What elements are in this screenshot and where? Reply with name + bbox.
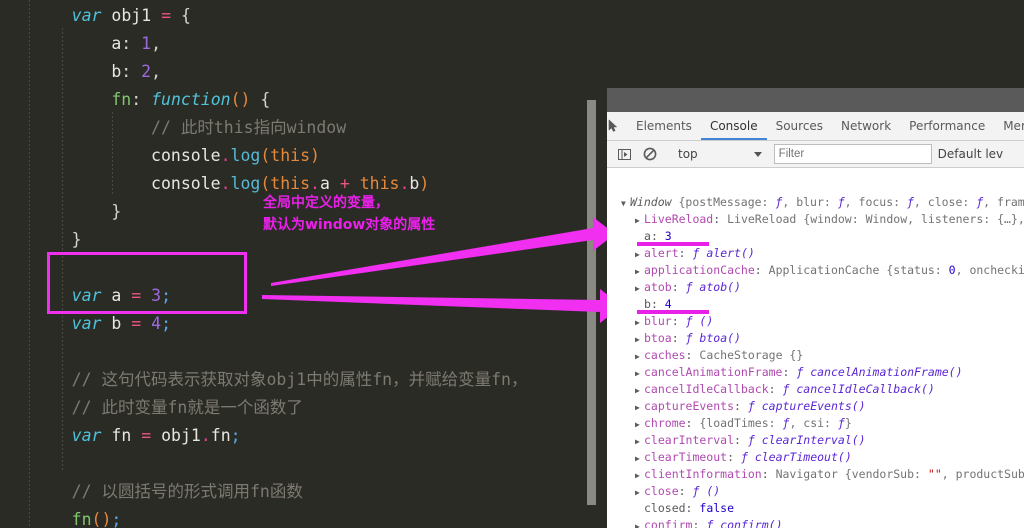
chevron-right-icon[interactable]: ▶	[635, 212, 644, 229]
code-line: fn();	[71, 510, 122, 528]
code-line: console.log(this)	[151, 146, 320, 165]
devtools-tabbar[interactable]: Elements Console Sources Network Perform…	[607, 112, 1024, 141]
chevron-right-icon[interactable]: ▶	[635, 263, 644, 280]
code-line: }	[111, 202, 122, 221]
console-property-row[interactable]: ▶ confirm: ƒ confirm()	[607, 517, 1024, 528]
chevron-right-icon[interactable]: ▶	[635, 246, 644, 263]
tab-performance[interactable]: Performance	[900, 112, 994, 140]
chevron-down-icon[interactable]	[753, 151, 762, 157]
row-spacer	[635, 501, 644, 518]
console-property-row[interactable]: ▶ clearTimeout: ƒ clearTimeout()	[607, 449, 1024, 466]
console-output[interactable]: ▼ Window {postMessage: ƒ, blur: ƒ, focus:…	[607, 194, 1024, 528]
console-toolbar[interactable]: top Default lev	[607, 141, 1024, 168]
code-line: // 以圆括号的形式调用fn函数	[71, 482, 303, 501]
console-property-row[interactable]: ▶ clearInterval: ƒ clearInterval()	[607, 432, 1024, 449]
console-filter-input[interactable]	[773, 144, 932, 164]
tab-sources[interactable]: Sources	[767, 112, 832, 140]
chevron-right-icon[interactable]: ▶	[635, 365, 644, 382]
console-property-row[interactable]: ▶ LiveReload: LiveReload {window: Window,…	[607, 211, 1024, 228]
indent-guide	[62, 28, 63, 472]
code-line: fn: function() {	[111, 90, 271, 109]
code-line: // 此时变量fn就是一个函数了	[71, 398, 303, 417]
console-property-row[interactable]: ▶ atob: ƒ atob()	[607, 279, 1024, 296]
clear-console-icon[interactable]	[637, 147, 663, 161]
console-property-row[interactable]: ▶ captureEvents: ƒ captureEvents()	[607, 398, 1024, 415]
highlight-box-global-vars	[47, 252, 247, 314]
tab-console[interactable]: Console	[701, 112, 767, 140]
devtools-panel[interactable]: Elements Console Sources Network Perform…	[607, 88, 1024, 528]
chevron-right-icon[interactable]: ▶	[635, 518, 644, 528]
console-property-row[interactable]: ▶ btoa: ƒ btoa()	[607, 330, 1024, 347]
screenshot-root: var obj1 = { a: 1, b: 2, fn: function() { //…	[0, 0, 1024, 528]
annotation-note-line2: 默认为window对象的属性	[263, 217, 436, 233]
devtools-titlebar	[607, 88, 1024, 112]
console-property-row[interactable]: ▼ Window {postMessage: ƒ, blur: ƒ, focus:…	[607, 194, 1024, 211]
indent-guide	[112, 112, 113, 196]
code-line: a: 1,	[111, 34, 162, 53]
console-property-row[interactable]: ▶ cancelIdleCallback: ƒ cancelIdleCallbac…	[607, 381, 1024, 398]
chevron-right-icon[interactable]: ▶	[635, 484, 644, 501]
chevron-right-icon[interactable]: ▶	[635, 399, 644, 416]
execution-context-selector[interactable]: top	[670, 147, 698, 161]
console-property-row[interactable]: closed: false	[607, 500, 1024, 517]
code-line: b: 2,	[111, 62, 162, 81]
code-line: // 此时this指向window	[151, 118, 347, 137]
console-sidebar-icon[interactable]	[611, 148, 637, 161]
console-property-row[interactable]: ▶ chrome: {loadTimes: ƒ, csi: ƒ}	[607, 415, 1024, 432]
console-property-row[interactable]: b: 4	[607, 296, 1024, 314]
annotation-note-line1: 全局中定义的变量，	[263, 195, 389, 211]
code-line: var b = 4;	[71, 314, 172, 333]
console-property-row[interactable]: ▶ caches: CacheStorage {}	[607, 347, 1024, 364]
console-property-row[interactable]: a: 3	[607, 228, 1024, 246]
console-property-row[interactable]: ▶ close: ƒ ()	[607, 483, 1024, 500]
chevron-down-icon[interactable]: ▼	[621, 195, 630, 212]
chevron-right-icon[interactable]: ▶	[635, 314, 644, 331]
chevron-right-icon[interactable]: ▶	[635, 433, 644, 450]
console-property-row[interactable]: ▶ alert: ƒ alert()	[607, 245, 1024, 262]
console-property-row[interactable]: ▶ applicationCache: ApplicationCache {sta…	[607, 262, 1024, 279]
chevron-right-icon[interactable]: ▶	[635, 280, 644, 297]
chevron-right-icon[interactable]: ▶	[635, 450, 644, 467]
console-property-row[interactable]: ▶ cancelAnimationFrame: ƒ cancelAnimation…	[607, 364, 1024, 381]
code-line: }	[71, 230, 82, 249]
chevron-right-icon[interactable]: ▶	[635, 467, 644, 484]
tab-memory[interactable]: Mem	[994, 112, 1024, 140]
chevron-right-icon[interactable]: ▶	[635, 331, 644, 348]
chevron-right-icon[interactable]: ▶	[635, 382, 644, 399]
tab-network[interactable]: Network	[832, 112, 900, 140]
code-line: // 这句代码表示获取对象obj1中的属性fn，并赋给变量fn，	[71, 370, 528, 389]
inspect-cursor-icon[interactable]	[607, 112, 621, 140]
code-line: var fn = obj1.fn;	[71, 426, 241, 445]
editor-scrollbar[interactable]	[587, 100, 596, 505]
console-property-row[interactable]: ▶ blur: ƒ ()	[607, 313, 1024, 330]
log-level-selector[interactable]: Default lev	[932, 147, 1003, 161]
tab-elements[interactable]: Elements	[627, 112, 701, 140]
chevron-right-icon[interactable]: ▶	[635, 348, 644, 365]
chevron-right-icon[interactable]: ▶	[635, 416, 644, 433]
console-property-row[interactable]: ▶ clientInformation: Navigator {vendorSub…	[607, 466, 1024, 483]
indent-guide	[29, 0, 30, 528]
code-line: var obj1 = {	[71, 6, 191, 25]
